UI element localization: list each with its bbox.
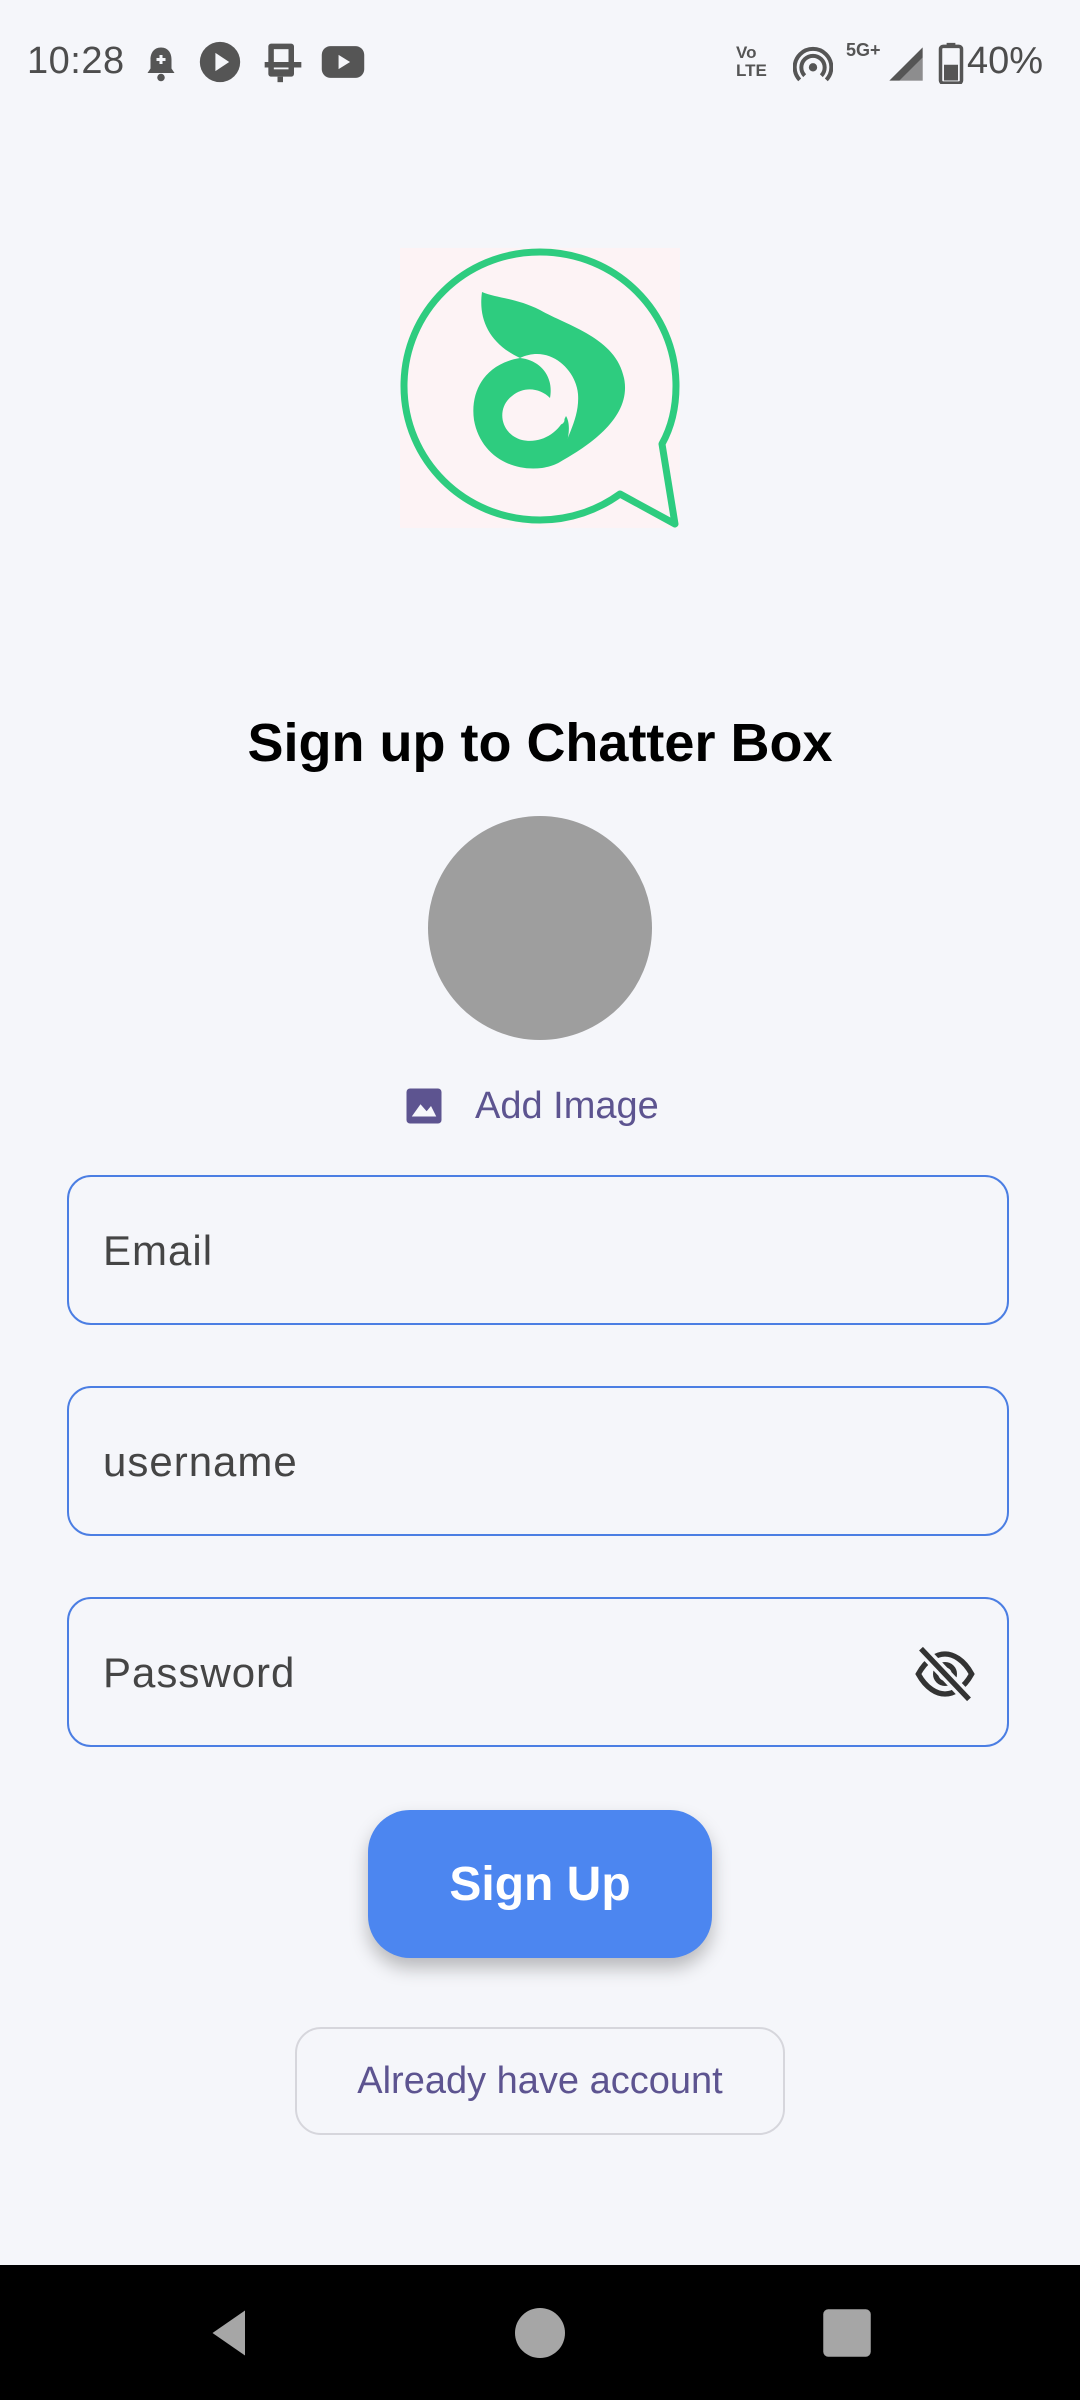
username-input[interactable]	[101, 1388, 905, 1536]
password-field[interactable]	[67, 1597, 1009, 1747]
email-input[interactable]	[101, 1177, 905, 1325]
add-image-label: Add Image	[475, 1084, 659, 1127]
username-field[interactable]	[67, 1386, 1009, 1536]
hotspot-icon	[793, 46, 833, 82]
alarm-icon	[147, 47, 175, 82]
app-logo	[400, 248, 680, 528]
status-time: 10:28	[27, 40, 125, 82]
home-icon[interactable]	[510, 2303, 570, 2363]
battery-percent: 40%	[967, 40, 1044, 82]
volte-icon: Vo LTE	[736, 43, 767, 80]
play-icon	[199, 41, 241, 83]
network-type: 5G+	[846, 40, 881, 60]
sign-up-button[interactable]: Sign Up	[368, 1810, 712, 1958]
already-have-account-button[interactable]: Already have account	[295, 2027, 785, 2135]
image-icon	[406, 1088, 442, 1124]
visibility-off-icon[interactable]	[913, 1642, 977, 1706]
back-icon[interactable]	[200, 2303, 260, 2363]
youtube-icon	[321, 46, 365, 78]
avatar-placeholder[interactable]	[428, 816, 652, 1040]
status-bar: 10:28 Vo LTE 5G+ 40%	[0, 0, 1080, 125]
device-icon	[264, 43, 302, 83]
password-input[interactable]	[101, 1599, 905, 1747]
signal-icon	[889, 47, 923, 81]
email-field[interactable]	[67, 1175, 1009, 1325]
battery-icon	[938, 42, 964, 84]
navigation-bar	[0, 2265, 1080, 2400]
signup-screen: 10:28 Vo LTE 5G+ 40% Sign up to Chatter …	[0, 0, 1080, 2400]
page-title: Sign up to Chatter Box	[247, 713, 833, 773]
add-image-button[interactable]: Add Image	[403, 1080, 659, 1132]
recents-icon[interactable]	[817, 2303, 877, 2363]
